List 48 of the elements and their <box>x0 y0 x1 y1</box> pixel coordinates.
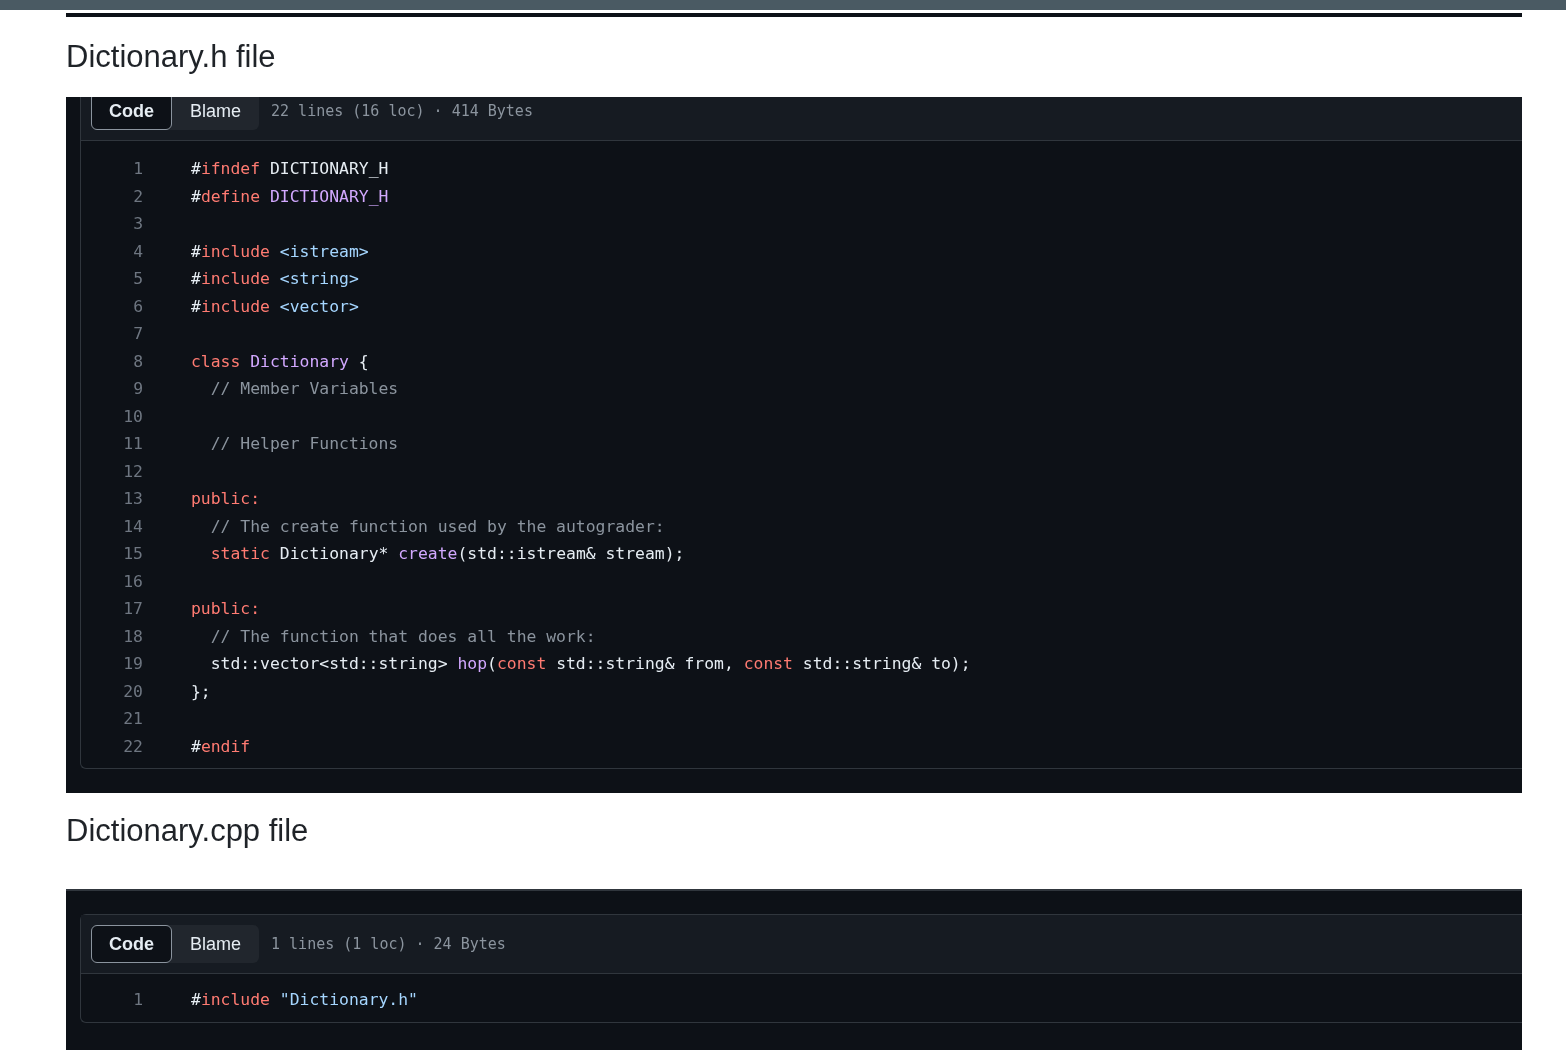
line-number: 13 <box>122 488 143 510</box>
line-number: 7 <box>132 323 143 345</box>
code-line: #include <vector> <box>191 295 359 318</box>
section-heading: Dictionary.cpp file <box>66 813 310 850</box>
code-line: std::vector<std::string> hop(const std::string& from, const std::string& to); <box>209 653 971 675</box>
code-line: #ifndef DICTIONARY_H <box>191 158 389 180</box>
code-line: #include "Dictionary.h" <box>191 989 418 1011</box>
line-number: 6 <box>132 295 143 318</box>
code-line: static Dictionary* create(std::istream& stream); <box>209 543 685 565</box>
line-number: 18 <box>122 625 143 648</box>
file-summary: 22 lines (16 loc) · 414 Bytes <box>271 100 533 122</box>
line-number: 19 <box>122 653 143 675</box>
view-tab[interactable]: Code <box>91 97 172 130</box>
code-line: #include <string> <box>191 268 359 290</box>
view-tab[interactable]: Blame <box>172 925 260 963</box>
line-number: 22 <box>122 735 143 758</box>
code-line: // Member Variables <box>209 378 399 400</box>
line-number: 10 <box>122 405 143 428</box>
line-number: 1 <box>132 158 143 180</box>
line-number: 16 <box>122 570 143 593</box>
code-line: public: <box>191 488 261 510</box>
code-line: #include <istream> <box>191 240 369 263</box>
line-number: 3 <box>132 213 143 235</box>
line-number: 4 <box>132 240 143 263</box>
code-line: }; <box>191 680 211 703</box>
line-number: 14 <box>122 515 143 538</box>
view-tab[interactable]: Blame <box>172 97 260 130</box>
code-line: #endif <box>191 735 251 758</box>
line-number: 15 <box>122 543 143 565</box>
code-line: // The function that does all the work: <box>209 625 596 648</box>
line-number: 21 <box>122 708 143 730</box>
code-line: public: <box>191 598 261 620</box>
line-number: 8 <box>132 350 143 373</box>
line-number: 20 <box>122 680 143 703</box>
section-heading: Dictionary.h file <box>66 39 277 76</box>
line-number: 9 <box>132 378 143 400</box>
view-tab[interactable]: Code <box>91 925 172 963</box>
line-number: 2 <box>132 185 143 208</box>
line-number: 12 <box>122 460 143 483</box>
line-number: 1 <box>132 989 143 1011</box>
file-summary: 1 lines (1 loc) · 24 Bytes <box>271 933 506 955</box>
code-line: // Helper Functions <box>209 433 399 455</box>
code-line: // The create function used by the autograder: <box>209 515 665 538</box>
line-number: 11 <box>122 433 143 455</box>
code-line: class Dictionary { <box>191 350 369 373</box>
line-number: 17 <box>122 598 143 620</box>
line-number: 5 <box>132 268 143 290</box>
code-line: #define DICTIONARY_H <box>191 185 389 208</box>
